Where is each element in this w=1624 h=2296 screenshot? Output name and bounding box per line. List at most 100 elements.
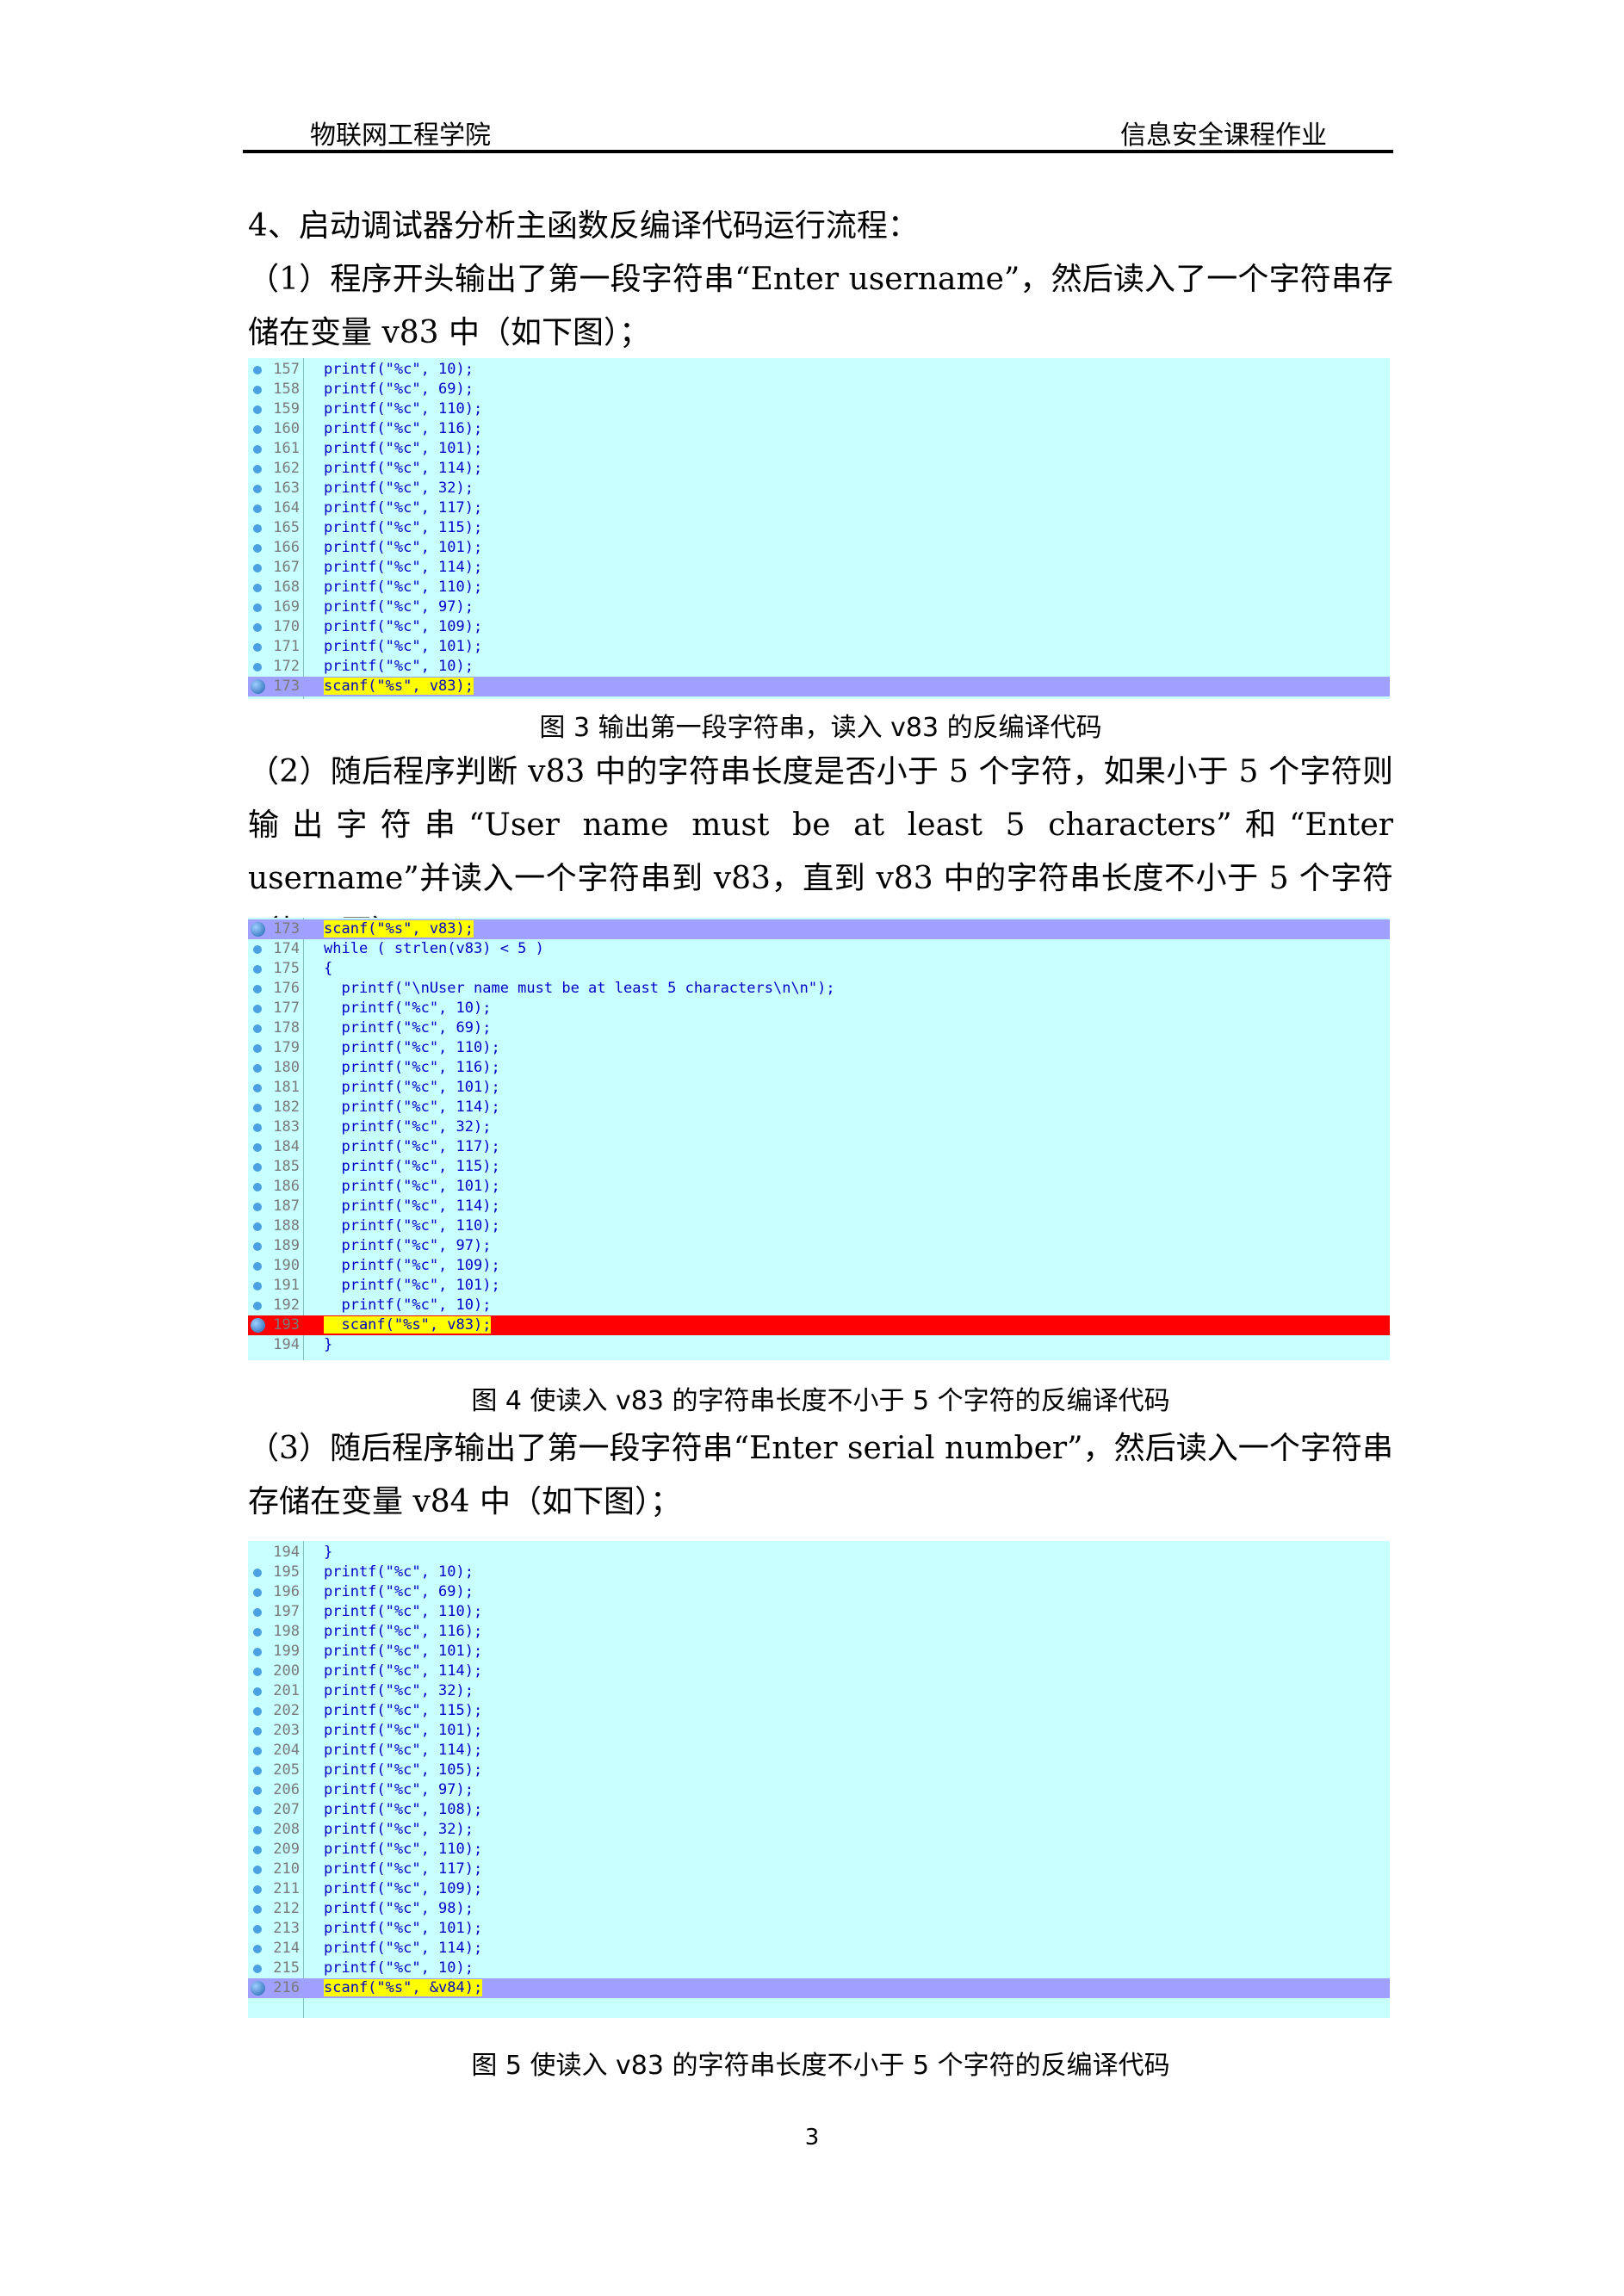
line-dot-icon[interactable] [253, 1282, 262, 1290]
code-text: } [324, 1544, 333, 1561]
code-text: printf("%c", 69); [324, 1583, 474, 1600]
line-dot-icon[interactable] [253, 1965, 262, 1973]
line-number: 204 [273, 1742, 300, 1759]
code-text: printf("%c", 109); [324, 1880, 483, 1897]
line-dot-icon[interactable] [253, 445, 262, 454]
line-dot-icon[interactable] [253, 1302, 262, 1310]
line-dot-icon[interactable] [253, 1668, 262, 1676]
line-number: 208 [273, 1821, 300, 1838]
line-dot-icon[interactable] [253, 1163, 262, 1172]
line-number: 173 [273, 678, 300, 695]
line-number: 188 [273, 1217, 300, 1235]
line-dot-icon[interactable] [253, 1143, 262, 1152]
line-dot-icon[interactable] [253, 1005, 262, 1013]
line-dot-icon[interactable] [253, 1183, 262, 1191]
line-dot-icon[interactable] [253, 1707, 262, 1716]
line-dot-icon[interactable] [253, 485, 262, 493]
line-dot-icon[interactable] [253, 1242, 262, 1251]
code-line: 184 printf("%c", 117); [248, 1137, 1390, 1157]
line-dot-icon[interactable] [253, 544, 262, 553]
line-dot-icon[interactable] [253, 1628, 262, 1637]
line-dot-icon[interactable] [253, 504, 262, 513]
line-dot-icon[interactable] [253, 386, 262, 394]
line-dot-icon[interactable] [253, 1569, 262, 1577]
code-text: printf("%c", 105); [324, 1761, 483, 1779]
line-dot-icon[interactable] [253, 1608, 262, 1617]
code-text: printf("%c", 10); [324, 999, 492, 1017]
code-text: printf("%c", 114); [324, 460, 483, 477]
code-line: 160 printf("%c", 116); [248, 419, 1390, 439]
figure-3-caption: 图 3 输出第一段字符串，读入 v83 的反编译代码 [539, 713, 1102, 743]
code-text: printf("%c", 114); [324, 1098, 500, 1116]
breakpoint-icon[interactable] [251, 1318, 265, 1333]
line-dot-icon[interactable] [253, 1786, 262, 1795]
code-line: 211 printf("%c", 109); [248, 1879, 1390, 1899]
line-dot-icon[interactable] [253, 1262, 262, 1271]
line-dot-icon[interactable] [253, 663, 262, 671]
code-line: 159 printf("%c", 110); [248, 399, 1390, 419]
code-text: printf("\nUser name must be at least 5 c… [324, 980, 835, 997]
line-number: 196 [273, 1583, 300, 1600]
line-dot-icon[interactable] [253, 1024, 262, 1033]
line-dot-icon[interactable] [253, 1203, 262, 1211]
line-number: 165 [273, 519, 300, 536]
line-dot-icon[interactable] [253, 1222, 262, 1231]
line-dot-icon[interactable] [253, 965, 262, 974]
line-number: 162 [273, 460, 300, 477]
code-text: printf("%c", 10); [324, 1959, 474, 1977]
line-number: 214 [273, 1940, 300, 1957]
line-dot-icon[interactable] [253, 603, 262, 612]
line-dot-icon[interactable] [253, 1687, 262, 1696]
line-dot-icon[interactable] [253, 1044, 262, 1053]
code-text: printf("%c", 101); [324, 1178, 500, 1195]
code-line: 173 scanf("%s", v83); [248, 919, 1390, 939]
line-number: 194 [273, 1544, 300, 1561]
line-dot-icon[interactable] [253, 985, 262, 993]
breakpoint-icon[interactable] [251, 922, 265, 937]
line-dot-icon[interactable] [253, 1747, 262, 1755]
line-dot-icon[interactable] [253, 945, 262, 954]
line-dot-icon[interactable] [253, 643, 262, 652]
code-text: printf("%c", 101); [324, 1277, 500, 1294]
line-dot-icon[interactable] [253, 1846, 262, 1854]
line-number: 215 [273, 1959, 300, 1977]
code-text: printf("%c", 116); [324, 1623, 483, 1640]
code-text: printf("%c", 117); [324, 1860, 483, 1878]
line-dot-icon[interactable] [253, 1104, 262, 1112]
line-dot-icon[interactable] [253, 1945, 262, 1953]
line-dot-icon[interactable] [253, 366, 262, 374]
line-dot-icon[interactable] [253, 1826, 262, 1835]
line-dot-icon[interactable] [253, 465, 262, 473]
breakpoint-icon[interactable] [251, 679, 265, 694]
line-dot-icon[interactable] [253, 1866, 262, 1874]
code-line: 194} [248, 1335, 1390, 1355]
code-text: printf("%c", 114); [324, 1742, 483, 1759]
line-dot-icon[interactable] [253, 1064, 262, 1073]
line-number: 181 [273, 1079, 300, 1096]
line-number: 184 [273, 1138, 300, 1155]
line-number: 158 [273, 381, 300, 398]
line-number: 168 [273, 579, 300, 596]
line-dot-icon[interactable] [253, 623, 262, 632]
line-dot-icon[interactable] [253, 1905, 262, 1914]
line-dot-icon[interactable] [253, 1588, 262, 1597]
line-dot-icon[interactable] [253, 584, 262, 592]
line-dot-icon[interactable] [253, 1806, 262, 1815]
line-dot-icon[interactable] [253, 1648, 262, 1656]
line-dot-icon[interactable] [253, 1123, 262, 1132]
line-dot-icon[interactable] [253, 425, 262, 434]
line-dot-icon[interactable] [253, 405, 262, 414]
line-dot-icon[interactable] [253, 1767, 262, 1775]
breakpoint-icon[interactable] [251, 1981, 265, 1996]
code-line: 199 printf("%c", 101); [248, 1642, 1390, 1662]
line-dot-icon[interactable] [253, 1727, 262, 1736]
code-line: 194} [248, 1543, 1390, 1563]
line-dot-icon[interactable] [253, 1084, 262, 1092]
line-dot-icon[interactable] [253, 1885, 262, 1894]
code-text: while ( strlen(v83) < 5 ) [324, 940, 544, 957]
line-dot-icon[interactable] [253, 524, 262, 533]
line-dot-icon[interactable] [253, 1925, 262, 1934]
code-text: printf("%c", 98); [324, 1900, 474, 1917]
line-dot-icon[interactable] [253, 564, 262, 572]
code-text: printf("%c", 32); [324, 1118, 492, 1136]
